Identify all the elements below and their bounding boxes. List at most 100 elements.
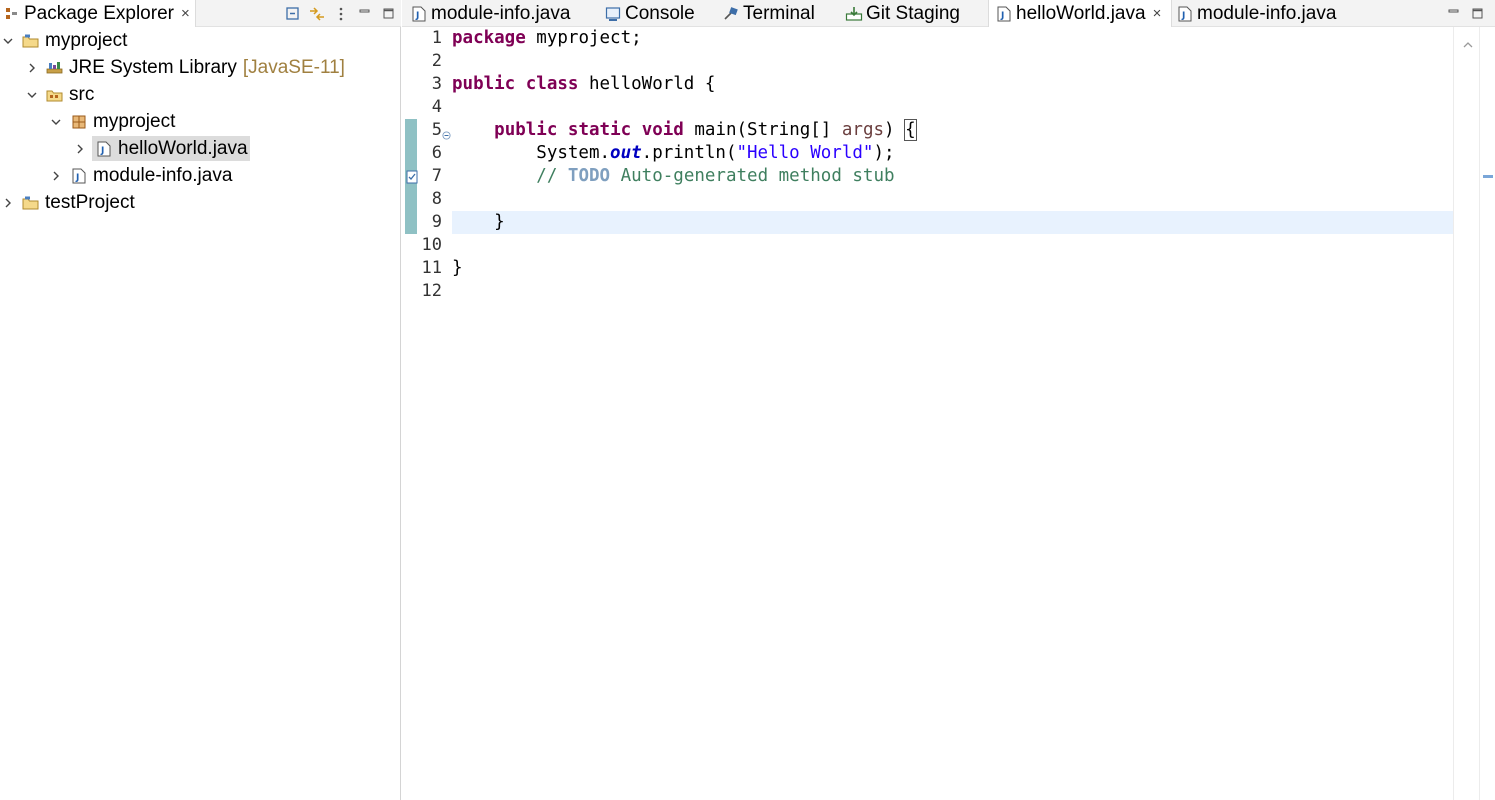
tab-label: module-info.java [431,2,571,24]
chevron-right-icon[interactable] [0,195,16,211]
code-text: helloWorld { [578,74,716,94]
svg-text:J: J [100,146,104,156]
tab-module-info-java-2[interactable]: J module-info.java [1176,0,1336,27]
vertical-scrollbar[interactable] [1479,27,1495,800]
line-number: 4 [431,97,442,117]
package-explorer-icon [3,5,21,23]
tree-item-label: helloWorld.java [118,137,248,159]
tab-module-info-java[interactable]: J module-info.java [410,0,570,27]
tree-item-label: module-info.java [93,164,233,186]
tree-item-label: myproject [93,110,176,132]
tree-item-helloworld-java[interactable]: J helloWorld.java [72,135,250,162]
explorer-tab-bar: Package Explorer × [0,0,401,27]
tree-item-module-info-java[interactable]: J module-info.java [48,162,232,189]
parameter: args [841,120,885,140]
tab-label: helloWorld.java [1016,2,1146,24]
maximize-icon[interactable] [377,2,401,26]
task-marker-icon[interactable] [406,168,418,190]
code-line-5: public static void main(String[] args) { [452,119,1453,142]
project-icon [22,194,40,212]
tree-item-package-myproject[interactable]: myproject [48,108,175,135]
matching-brace: { [904,119,917,141]
close-icon[interactable]: × [1153,6,1162,21]
minimize-icon[interactable] [1442,2,1466,26]
tab-console[interactable]: Console [604,0,695,27]
code-line-7: // TODO Auto-generated method stub [452,165,1453,188]
project-icon [22,32,40,50]
java-file-icon: J [995,5,1013,23]
tab-helloworld-java[interactable]: J helloWorld.java × [988,0,1172,27]
chevron-down-icon[interactable] [24,87,40,103]
line-number: 6 [431,143,442,163]
link-with-editor-icon[interactable] [305,2,329,26]
chevron-right-icon[interactable] [24,60,40,76]
fold-collapse-icon[interactable] [442,124,451,146]
line-number: 11 [421,258,442,278]
chevron-right-icon[interactable] [48,168,64,184]
tree-item-label: testProject [45,191,135,213]
source-folder-icon [46,86,64,104]
tree-item-myproject[interactable]: myproject [0,27,127,54]
code-line-9-current: } [452,211,1453,234]
code-editor[interactable]: package myproject; public class helloWor… [452,27,1453,800]
static-field: out [610,143,642,163]
line-number: 7 [431,166,442,186]
svg-text:J: J [1181,11,1185,21]
line-number: 1 [431,28,442,48]
code-line-6: System.out.println("Hello World"); [452,142,1453,165]
selection-highlight: J helloWorld.java [92,136,250,161]
line-number-ruler: 1 2 3 4 5 6 7 8 9 10 11 12 [418,27,452,800]
line-number: 10 [421,235,442,255]
package-explorer-title: Package Explorer [24,2,174,24]
code-text: myproject; [525,28,642,48]
code-line-11: } [452,257,1453,280]
code-text: .println( [641,143,737,163]
chevron-down-icon[interactable] [0,33,16,49]
terminal-icon [722,5,740,23]
java-file-icon: J [1176,5,1194,23]
package-icon [70,113,88,131]
code-text: } [452,258,463,278]
line-number: 12 [421,281,442,301]
tree-item-label: JRE System Library [69,56,237,78]
tab-label: Console [625,2,695,24]
code-line-1: package myproject; [452,27,1453,50]
tab-label: Terminal [743,2,815,24]
chevron-right-icon[interactable] [72,141,88,157]
java-file-icon: J [95,140,113,158]
code-text: ) [884,120,906,140]
explorer-toolbar [281,0,401,27]
task-overview-marker[interactable] [1483,175,1493,178]
comment: Auto-generated method stub [610,166,895,186]
editor-tab-bar: J module-info.java Console Terminal Git … [402,0,1495,27]
tree-item-testproject[interactable]: testProject [0,189,135,216]
keyword: package [452,28,526,48]
code-line-3: public class helloWorld { [452,73,1453,96]
minimize-icon[interactable] [353,2,377,26]
svg-text:J: J [1000,11,1004,21]
line-number: 5 [431,120,442,140]
package-explorer-tab[interactable]: Package Explorer × [0,0,196,27]
java-file-icon: J [70,167,88,185]
maximize-icon[interactable] [1466,2,1490,26]
close-icon[interactable]: × [181,6,190,21]
keyword: class [525,74,579,94]
keyword: void [641,120,684,140]
chevron-up-icon[interactable] [1462,34,1474,56]
string-literal: "Hello World" [736,143,874,163]
tab-git-staging[interactable]: Git Staging [845,0,960,27]
chevron-down-icon[interactable] [48,114,64,130]
line-number: 3 [431,74,442,94]
library-icon [46,59,64,77]
tree-item-src[interactable]: src [24,81,94,108]
collapse-all-icon[interactable] [281,2,305,26]
tab-terminal[interactable]: Terminal [722,0,815,27]
package-explorer-view: Package Explorer × myproject JRE System … [0,0,401,800]
tree-item-label: src [69,83,95,105]
svg-text:J: J [415,11,419,21]
jre-version-decoration: [JavaSE-11] [242,56,345,78]
overview-ruler[interactable] [1453,27,1479,800]
tree-item-jre-library[interactable]: JRE System Library [JavaSE-11] [24,54,345,81]
view-menu-icon[interactable] [329,2,353,26]
